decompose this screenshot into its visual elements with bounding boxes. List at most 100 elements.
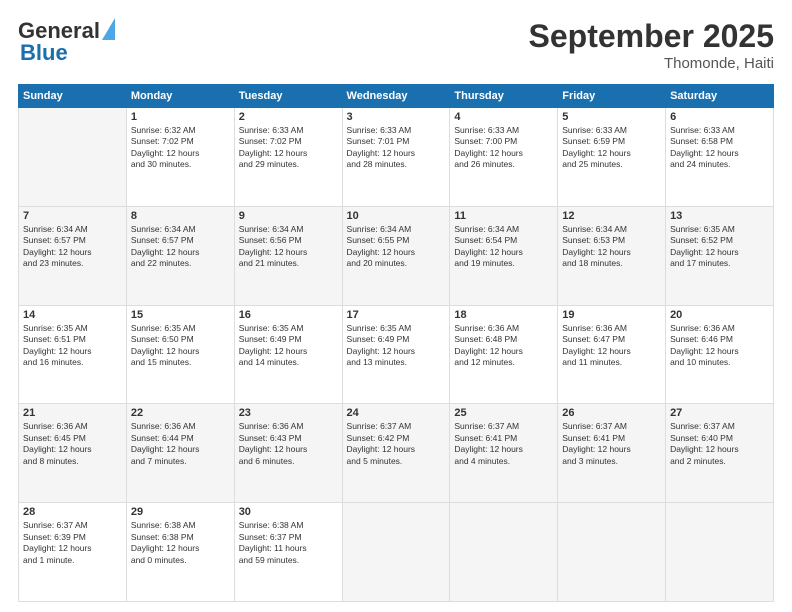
daylight-line1: Daylight: 12 hours <box>562 444 661 455</box>
day-number: 3 <box>347 111 446 123</box>
calendar-cell: 21Sunrise: 6:36 AMSunset: 6:45 PMDayligh… <box>19 404 127 503</box>
sunrise-text: Sunrise: 6:37 AM <box>347 421 446 432</box>
calendar-cell <box>19 108 127 207</box>
sunset-text: Sunset: 6:52 PM <box>670 235 769 246</box>
calendar-cell: 25Sunrise: 6:37 AMSunset: 6:41 PMDayligh… <box>450 404 558 503</box>
day-number: 10 <box>347 210 446 222</box>
day-info: Sunrise: 6:33 AMSunset: 7:00 PMDaylight:… <box>454 125 553 171</box>
day-number: 5 <box>562 111 661 123</box>
daylight-line2: and 11 minutes. <box>562 357 661 368</box>
sunset-text: Sunset: 6:49 PM <box>239 334 338 345</box>
sunrise-text: Sunrise: 6:36 AM <box>239 421 338 432</box>
sunset-text: Sunset: 7:00 PM <box>454 136 553 147</box>
day-of-week-header: Saturday <box>666 85 774 108</box>
day-number: 14 <box>23 309 122 321</box>
calendar-cell: 27Sunrise: 6:37 AMSunset: 6:40 PMDayligh… <box>666 404 774 503</box>
sunset-text: Sunset: 6:39 PM <box>23 532 122 543</box>
header: General Blue September 2025 Thomonde, Ha… <box>18 18 774 72</box>
calendar-cell: 4Sunrise: 6:33 AMSunset: 7:00 PMDaylight… <box>450 108 558 207</box>
calendar-cell: 26Sunrise: 6:37 AMSunset: 6:41 PMDayligh… <box>558 404 666 503</box>
sunrise-text: Sunrise: 6:35 AM <box>23 323 122 334</box>
calendar-cell: 11 Sunrise: 6:34 AMSunset: 6:54 PMDayligh… <box>450 206 558 305</box>
day-info: Sunrise: 6:35 AMSunset: 6:50 PMDaylight:… <box>131 323 230 369</box>
daylight-line1: Daylight: 12 hours <box>131 247 230 258</box>
daylight-line1: Daylight: 12 hours <box>239 346 338 357</box>
day-info: Sunrise: 6:33 AMSunset: 6:58 PMDaylight:… <box>670 125 769 171</box>
calendar-cell: 16Sunrise: 6:35 AMSunset: 6:49 PMDayligh… <box>234 305 342 404</box>
calendar-cell: 30Sunrise: 6:38 AMSunset: 6:37 PMDayligh… <box>234 503 342 602</box>
daylight-line2: and 8 minutes. <box>23 456 122 467</box>
day-info: Sunrise: 6:37 AMSunset: 6:41 PMDaylight:… <box>562 421 661 467</box>
sunrise-text: Sunrise: 6:34 AM <box>239 224 338 235</box>
day-info: Sunrise: 6:34 AMSunset: 6:57 PMDaylight:… <box>131 224 230 270</box>
daylight-line2: and 18 minutes. <box>562 258 661 269</box>
calendar-cell: 1Sunrise: 6:32 AMSunset: 7:02 PMDaylight… <box>126 108 234 207</box>
daylight-line2: and 3 minutes. <box>562 456 661 467</box>
daylight-line2: and 28 minutes. <box>347 159 446 170</box>
daylight-line2: and 20 minutes. <box>347 258 446 269</box>
day-of-week-header: Sunday <box>19 85 127 108</box>
day-info: Sunrise: 6:35 AMSunset: 6:49 PMDaylight:… <box>347 323 446 369</box>
sunset-text: Sunset: 6:38 PM <box>131 532 230 543</box>
calendar-cell: 8 Sunrise: 6:34 AMSunset: 6:57 PMDaylight… <box>126 206 234 305</box>
calendar-cell: 28 Sunrise: 6:37 AMSunset: 6:39 PMDayligh… <box>19 503 127 602</box>
daylight-line2: and 17 minutes. <box>670 258 769 269</box>
calendar-cell: 17Sunrise: 6:35 AMSunset: 6:49 PMDayligh… <box>342 305 450 404</box>
day-number: 15 <box>131 309 230 321</box>
daylight-line2: and 5 minutes. <box>347 456 446 467</box>
daylight-line2: and 30 minutes. <box>131 159 230 170</box>
day-number: 18 <box>454 309 553 321</box>
logo: General Blue <box>18 18 115 66</box>
day-info: Sunrise: 6:36 AMSunset: 6:47 PMDaylight:… <box>562 323 661 369</box>
sunrise-text: Sunrise: 6:37 AM <box>562 421 661 432</box>
daylight-line1: Daylight: 12 hours <box>23 543 122 554</box>
daylight-line2: and 0 minutes. <box>131 555 230 566</box>
daylight-line1: Daylight: 12 hours <box>347 444 446 455</box>
daylight-line1: Daylight: 12 hours <box>670 346 769 357</box>
day-of-week-header: Monday <box>126 85 234 108</box>
daylight-line1: Daylight: 12 hours <box>23 346 122 357</box>
sunrise-text: Sunrise: 6:37 AM <box>23 520 122 531</box>
sunset-text: Sunset: 6:51 PM <box>23 334 122 345</box>
day-number: 8 <box>131 210 230 222</box>
daylight-line1: Daylight: 12 hours <box>131 346 230 357</box>
sunrise-text: Sunrise: 6:35 AM <box>670 224 769 235</box>
daylight-line1: Daylight: 12 hours <box>454 247 553 258</box>
day-info: Sunrise: 6:36 AMSunset: 6:48 PMDaylight:… <box>454 323 553 369</box>
daylight-line2: and 15 minutes. <box>131 357 230 368</box>
daylight-line1: Daylight: 11 hours <box>239 543 338 554</box>
calendar-header-row: SundayMondayTuesdayWednesdayThursdayFrid… <box>19 85 774 108</box>
day-of-week-header: Tuesday <box>234 85 342 108</box>
daylight-line2: and 23 minutes. <box>23 258 122 269</box>
day-number: 25 <box>454 407 553 419</box>
sunset-text: Sunset: 6:43 PM <box>239 433 338 444</box>
sunset-text: Sunset: 6:45 PM <box>23 433 122 444</box>
daylight-line2: and 16 minutes. <box>23 357 122 368</box>
day-number: 23 <box>239 407 338 419</box>
day-info: Sunrise: 6:36 AMSunset: 6:45 PMDaylight:… <box>23 421 122 467</box>
day-number: 7 <box>23 210 122 222</box>
sunset-text: Sunset: 6:37 PM <box>239 532 338 543</box>
day-info: Sunrise: 6:34 AMSunset: 6:54 PMDaylight:… <box>454 224 553 270</box>
daylight-line1: Daylight: 12 hours <box>239 444 338 455</box>
calendar-cell: 14 Sunrise: 6:35 AMSunset: 6:51 PMDayligh… <box>19 305 127 404</box>
day-number: 28 <box>23 506 122 518</box>
day-info: Sunrise: 6:35 AMSunset: 6:52 PMDaylight:… <box>670 224 769 270</box>
day-number: 11 <box>454 210 553 222</box>
day-info: Sunrise: 6:34 AMSunset: 6:57 PMDaylight:… <box>23 224 122 270</box>
sunset-text: Sunset: 6:50 PM <box>131 334 230 345</box>
daylight-line1: Daylight: 12 hours <box>131 444 230 455</box>
sunrise-text: Sunrise: 6:36 AM <box>23 421 122 432</box>
day-info: Sunrise: 6:36 AMSunset: 6:44 PMDaylight:… <box>131 421 230 467</box>
daylight-line1: Daylight: 12 hours <box>670 148 769 159</box>
sunrise-text: Sunrise: 6:37 AM <box>454 421 553 432</box>
day-info: Sunrise: 6:36 AMSunset: 6:46 PMDaylight:… <box>670 323 769 369</box>
daylight-line1: Daylight: 12 hours <box>131 148 230 159</box>
calendar-title: September 2025 <box>529 18 774 55</box>
calendar-cell: 24Sunrise: 6:37 AMSunset: 6:42 PMDayligh… <box>342 404 450 503</box>
sunset-text: Sunset: 6:47 PM <box>562 334 661 345</box>
daylight-line1: Daylight: 12 hours <box>454 148 553 159</box>
sunrise-text: Sunrise: 6:36 AM <box>562 323 661 334</box>
day-of-week-header: Wednesday <box>342 85 450 108</box>
daylight-line2: and 4 minutes. <box>454 456 553 467</box>
